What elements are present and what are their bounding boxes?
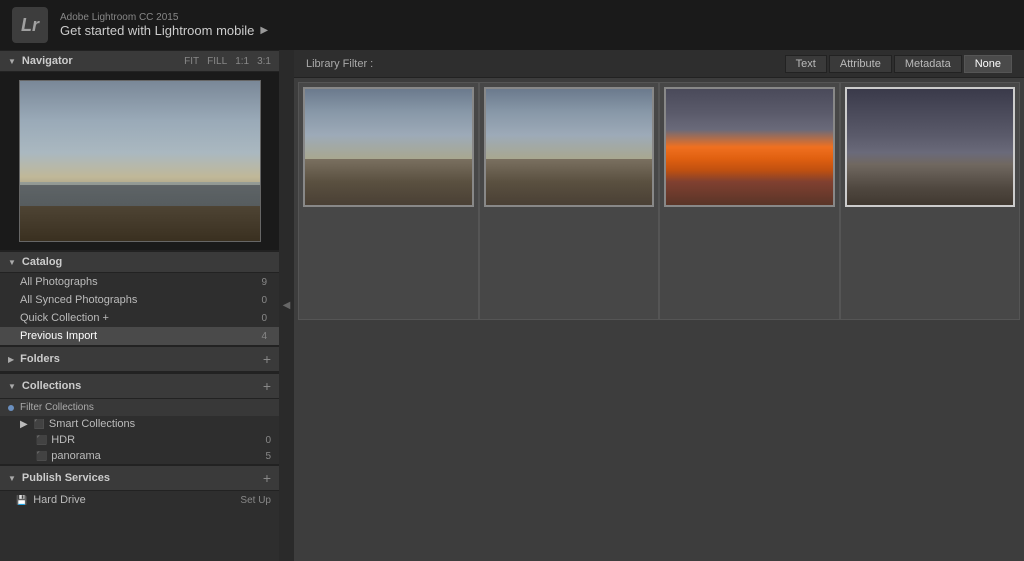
topbar-subtitle-text: Get started with Lightroom mobile xyxy=(60,23,254,38)
photo-thumb-2 xyxy=(484,87,655,207)
photo-cell-empty-4 xyxy=(840,320,1021,558)
photo-cell-empty-1 xyxy=(298,320,479,558)
catalog-item-quick[interactable]: Quick Collection + 0 xyxy=(0,309,279,327)
panorama-icon: ⬛ xyxy=(36,451,47,462)
smart-collections-triangle: ▶ xyxy=(20,419,28,430)
hdr-label: HDR xyxy=(51,434,265,446)
photo-cell-2[interactable]: 2 xyxy=(479,82,660,320)
sky-photo-1 xyxy=(305,89,472,205)
catalog-all-photos-label: All Photographs xyxy=(20,276,251,288)
navigator-triangle: ▼ xyxy=(8,57,16,66)
catalog-synced-label: All Synced Photographs xyxy=(20,294,251,306)
navigator-title: Navigator xyxy=(22,55,184,67)
filter-none-button[interactable]: None xyxy=(964,55,1012,73)
topbar-subtitle: Get started with Lightroom mobile ▶ xyxy=(60,23,268,38)
collections-title: Collections xyxy=(22,380,263,392)
photo-cell-4[interactable]: 4 xyxy=(840,82,1021,320)
library-filter-label: Library Filter : xyxy=(306,58,373,70)
navigator-preview xyxy=(0,72,279,250)
panorama-label: panorama xyxy=(51,450,265,462)
topbar: Lr Adobe Lightroom CC 2015 Get started w… xyxy=(0,0,1024,50)
catalog-previous-count: 4 xyxy=(251,331,267,342)
navigator-image xyxy=(19,80,261,242)
topbar-arrow[interactable]: ▶ xyxy=(260,25,268,36)
smart-collections-icon: ⬛ xyxy=(34,419,45,430)
catalog-panel-header[interactable]: ▼ Catalog xyxy=(0,251,279,273)
photo-cell-empty-2 xyxy=(479,320,660,558)
folders-triangle: ▶ xyxy=(8,355,14,364)
catalog-quick-label: Quick Collection + xyxy=(20,312,251,324)
filter-collections-bar: Filter Collections xyxy=(0,399,279,416)
zoom-fit[interactable]: FIT xyxy=(184,56,199,67)
filter-collections-dot xyxy=(8,405,14,411)
filter-metadata-button[interactable]: Metadata xyxy=(894,55,962,73)
panorama-count: 5 xyxy=(265,451,271,462)
photo-cell-3[interactable]: 3 xyxy=(659,82,840,320)
hard-drive-label: Hard Drive xyxy=(33,494,240,506)
catalog-title: Catalog xyxy=(22,256,271,268)
hdr-icon: ⬛ xyxy=(36,435,47,446)
filter-attribute-button[interactable]: Attribute xyxy=(829,55,892,73)
collections-add-button[interactable]: + xyxy=(263,378,271,394)
left-sidebar: ▼ Navigator FIT FILL 1:1 3:1 ▼ Catalog xyxy=(0,50,279,561)
hard-drive-icon: 💾 xyxy=(16,495,27,506)
navigator-zoom-controls: FIT FILL 1:1 3:1 xyxy=(184,56,271,67)
folders-add-button[interactable]: + xyxy=(263,351,271,367)
catalog-triangle: ▼ xyxy=(8,258,16,267)
sky-photo-4 xyxy=(847,89,1014,205)
catalog-previous-label: Previous Import xyxy=(20,330,251,342)
photo-cell-1[interactable]: 1 xyxy=(298,82,479,320)
zoom-fill[interactable]: FILL xyxy=(207,56,227,67)
hdr-count: 0 xyxy=(265,435,271,446)
photo-grid: 1 2 3 4 xyxy=(294,78,1024,561)
publish-services-panel-header[interactable]: ▼ Publish Services + xyxy=(0,465,279,491)
smart-collections-item[interactable]: ▶ ⬛ Smart Collections xyxy=(0,416,279,432)
photo-thumb-3 xyxy=(664,87,835,207)
sky-photo-2 xyxy=(486,89,653,205)
collections-panel-header[interactable]: ▼ Collections + xyxy=(0,373,279,399)
collections-triangle: ▼ xyxy=(8,382,16,391)
publish-triangle: ▼ xyxy=(8,474,16,483)
zoom-1-1[interactable]: 1:1 xyxy=(235,56,249,67)
lr-logo: Lr xyxy=(12,7,48,43)
hdr-collection-item[interactable]: ⬛ HDR 0 xyxy=(0,432,279,448)
catalog-item-all-photos[interactable]: All Photographs 9 xyxy=(0,273,279,291)
panorama-collection-item[interactable]: ⬛ panorama 5 xyxy=(0,448,279,464)
hard-drive-item[interactable]: 💾 Hard Drive Set Up xyxy=(0,491,279,509)
folders-title: Folders xyxy=(20,353,263,365)
catalog-all-photos-count: 9 xyxy=(251,277,267,288)
catalog-item-synced[interactable]: All Synced Photographs 0 xyxy=(0,291,279,309)
hard-drive-action[interactable]: Set Up xyxy=(240,495,271,506)
left-tab-arrow: ◀ xyxy=(281,300,292,311)
left-collapse-tab[interactable]: ◀ xyxy=(279,50,294,561)
smart-collections-label: Smart Collections xyxy=(49,418,271,430)
topbar-info: Adobe Lightroom CC 2015 Get started with… xyxy=(60,12,268,38)
navigator-panel-header[interactable]: ▼ Navigator FIT FILL 1:1 3:1 xyxy=(0,50,279,72)
publish-add-button[interactable]: + xyxy=(263,470,271,486)
filter-text-button[interactable]: Text xyxy=(785,55,827,73)
catalog-synced-count: 0 xyxy=(251,295,267,306)
photo-thumb-1 xyxy=(303,87,474,207)
folders-panel-header[interactable]: ▶ Folders + xyxy=(0,346,279,372)
content-area: Library Filter : Text Attribute Metadata… xyxy=(294,50,1024,561)
topbar-app-name: Adobe Lightroom CC 2015 xyxy=(60,12,268,23)
photo-thumb-4 xyxy=(845,87,1016,207)
sky-photo-3 xyxy=(666,89,833,205)
photo-cell-empty-3 xyxy=(659,320,840,558)
catalog-item-previous-import[interactable]: Previous Import 4 xyxy=(0,327,279,345)
library-filter-bar: Library Filter : Text Attribute Metadata… xyxy=(294,50,1024,78)
publish-services-title: Publish Services xyxy=(22,472,263,484)
filter-collections-label: Filter Collections xyxy=(20,402,94,413)
catalog-quick-count: 0 xyxy=(251,313,267,324)
zoom-3-1[interactable]: 3:1 xyxy=(257,56,271,67)
main-area: ▼ Navigator FIT FILL 1:1 3:1 ▼ Catalog xyxy=(0,50,1024,561)
